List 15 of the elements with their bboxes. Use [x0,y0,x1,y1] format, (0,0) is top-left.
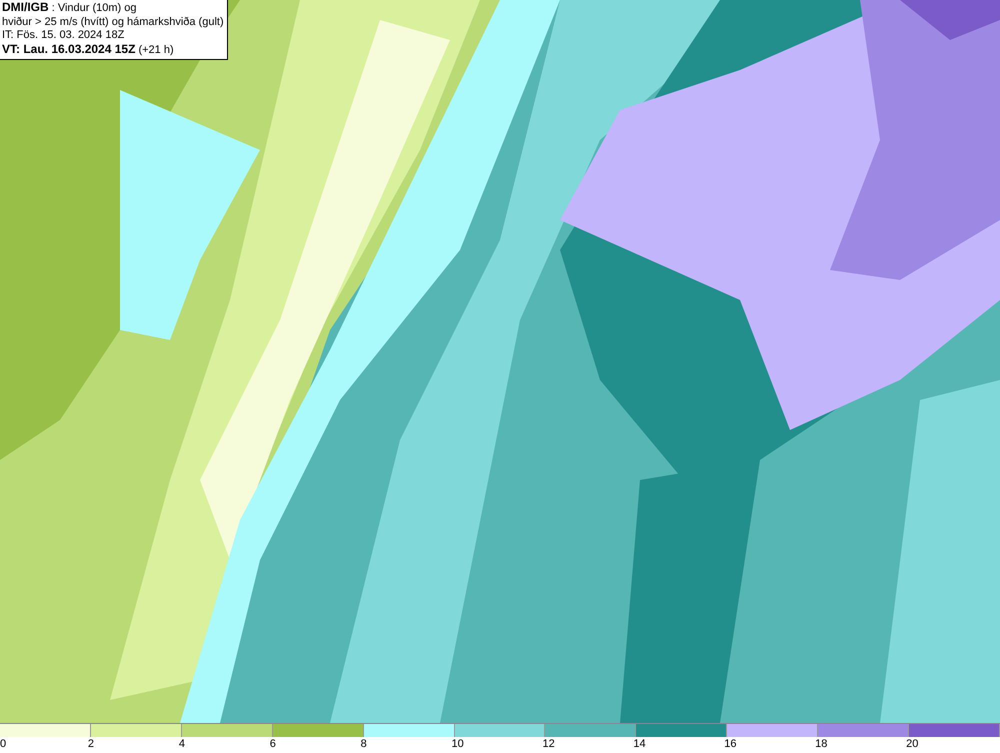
legend-tick-label: 6 [270,737,276,752]
header-line: IT: Fös. 15. 03. 2024 18Z [2,29,126,42]
header-line: VT: Lau. 16.03.2024 15Z (+21 h) [2,42,175,57]
legend-tick-label: 10 [452,737,464,752]
legend-tick-label: 4 [178,737,185,752]
legend-tick-label: 18 [815,737,828,752]
legend-tick-label: 2 [88,737,94,752]
legend-tick-label: 16 [724,737,737,752]
legend-tick-label: 0 [0,737,6,752]
header-line: hviður > 25 m/s (hvítt) og hámarkshviða (gult) [2,16,224,29]
legend-tick-label: 8 [360,737,367,752]
legend-tick-label: 14 [633,737,646,752]
legend-tick-label: 20 [906,737,918,752]
header-line: DMI/IGB : Vindur (10m) og [2,1,138,16]
legend-tick-label: 12 [542,737,555,752]
